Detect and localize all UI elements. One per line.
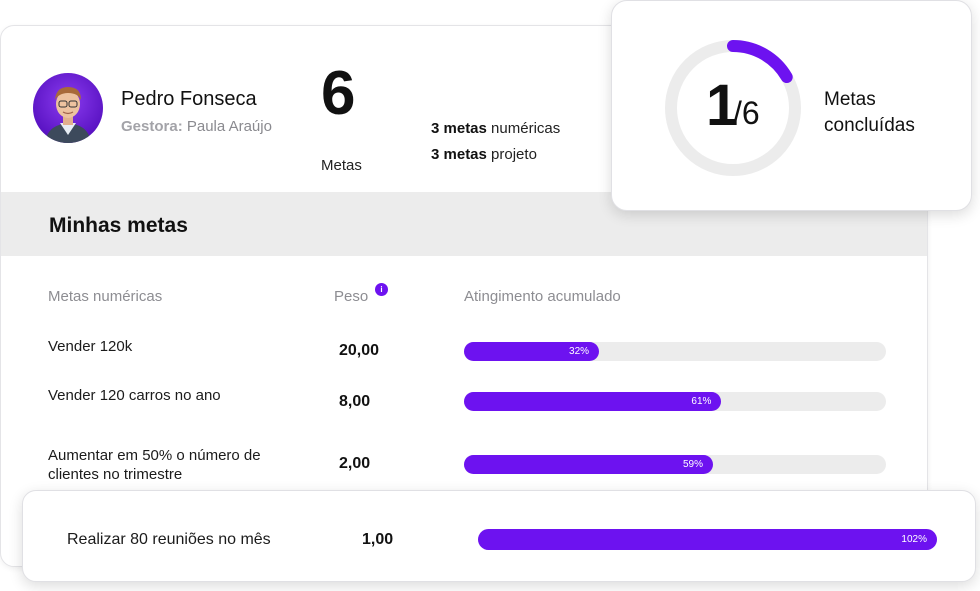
numeric-goals-text: numéricas [491,120,561,137]
goal-row-weight: 2,00 [339,455,371,472]
progress-fill: 32% [464,342,600,361]
progress-track: 59% [464,455,886,474]
info-icon[interactable]: i [375,283,388,296]
goal-row-name: Realizar 80 reuniões no mês [67,531,271,548]
goal-row-weight: 8,00 [339,393,371,410]
highlighted-goal-row[interactable]: Realizar 80 reuniões no mês 1,00 102% [22,490,976,582]
goal-row-name: Vender 120 carros no ano [48,387,221,404]
progress-fill: 102% [478,529,937,550]
project-goals-count: 3 metas projeto [431,146,537,163]
progress-track: 61% [464,392,886,411]
user-name: Pedro Fonseca [121,88,257,110]
completed-label-line2: concluídas [824,115,915,136]
project-goals-text: projeto [491,146,537,163]
progress-fill: 59% [464,455,713,474]
col-header-progress: Atingimento acumulado [464,288,621,305]
manager-name: Paula Araújo [186,118,272,135]
progress-fill: 61% [464,392,722,411]
goal-row-name: Aumentar em 50% o número de clientes no … [48,447,261,483]
completed-label-line1: Metas [824,89,876,110]
goals-total: 6 [321,59,356,128]
goal-row-weight: 20,00 [339,342,380,359]
numeric-goals-count: 3 metas numéricas [431,120,560,137]
project-goals-number: 3 metas [431,146,487,163]
numeric-goals-number: 3 metas [431,120,487,137]
col-header-weight: Peso [334,288,369,305]
goals-total-label: Metas [321,157,362,174]
progress-track: 102% [478,529,937,550]
section-title: Minhas metas [49,214,188,237]
completed-goals-card: 1 /6 Metas concluídas [611,0,972,211]
progress-track: 32% [464,342,886,361]
total-count: /6 [733,95,760,131]
manager-label: Gestora: [121,118,183,135]
completed-label: Metas concluídas [824,87,954,139]
goal-row-name: Vender 120k [48,338,133,355]
avatar [33,73,103,143]
col-header-name: Metas numéricas [48,288,163,305]
manager-info: Gestora: Paula Araújo [121,118,272,135]
goal-row-weight: 1,00 [362,531,394,548]
